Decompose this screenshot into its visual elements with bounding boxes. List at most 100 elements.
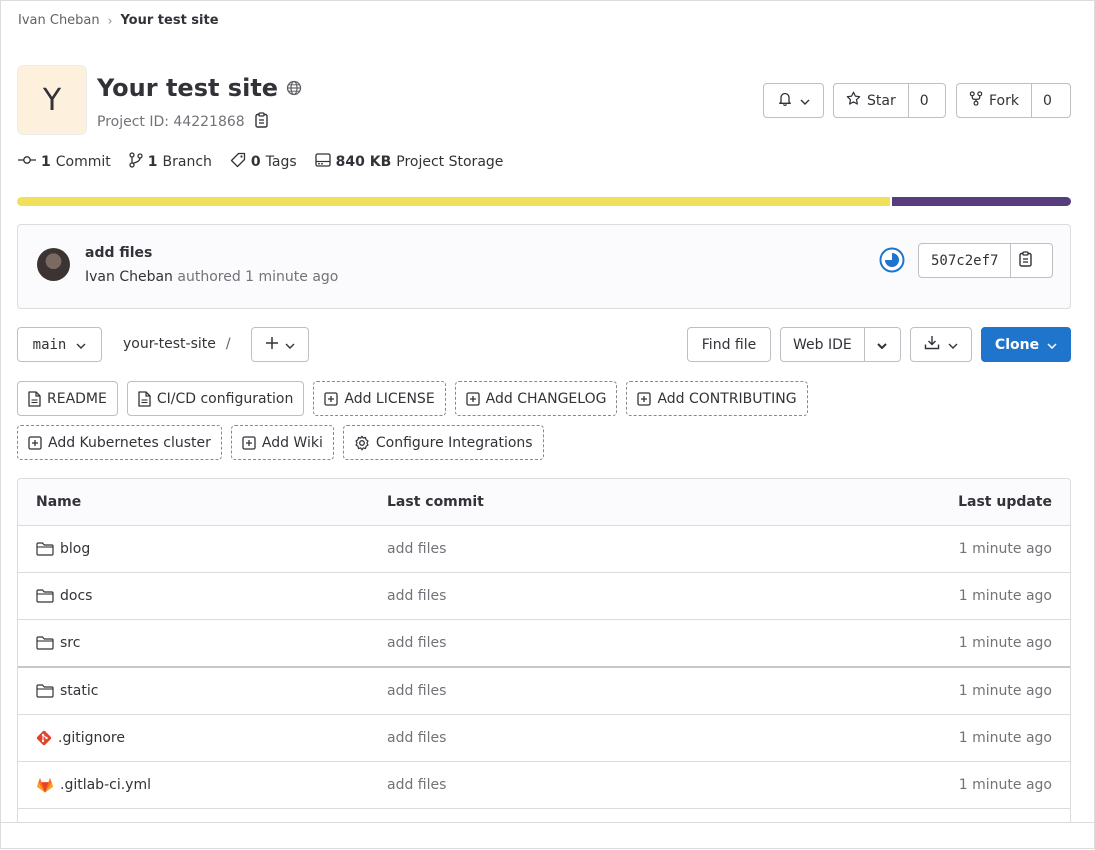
quick-action-add-contributing[interactable]: Add CONTRIBUTING (626, 381, 808, 416)
table-row[interactable]: .gitlab-ci.yml add files 1 minute ago (18, 762, 1070, 809)
branches-stat[interactable]: 1 Branch (129, 152, 212, 172)
file-last-commit[interactable]: add files (368, 777, 810, 793)
tags-stat[interactable]: 0 Tags (230, 152, 297, 172)
file-last-commit[interactable]: add files (368, 541, 810, 557)
download-button[interactable] (910, 327, 972, 362)
quick-action-add-license[interactable]: Add LICENSE (313, 381, 446, 416)
file-last-update: 1 minute ago (958, 588, 1052, 604)
copy-sha-button[interactable] (1011, 244, 1041, 277)
plus-square-icon (242, 435, 256, 450)
fork-label: Fork (989, 92, 1019, 109)
breadcrumb-current[interactable]: Your test site (120, 13, 218, 28)
storage-label: Project Storage (396, 154, 504, 170)
commit-time: 1 minute ago (245, 269, 339, 285)
star-button-group: Star 0 (833, 83, 946, 118)
file-last-commit[interactable]: add files (368, 635, 810, 651)
commits-label: Commit (55, 154, 111, 170)
star-button[interactable]: Star (834, 84, 908, 117)
fork-count[interactable]: 0 (1030, 84, 1063, 117)
project-id: Project ID: 44221868 (97, 114, 245, 130)
copy-icon[interactable] (254, 112, 269, 132)
branch-selector[interactable]: main (17, 327, 102, 362)
quick-action-readme[interactable]: README (17, 381, 118, 416)
web-ide-button[interactable]: Web IDE (781, 328, 865, 361)
quick-action-add-kubernetes-cluster[interactable]: Add Kubernetes cluster (17, 425, 222, 460)
table-row[interactable]: static add files 1 minute ago (18, 668, 1070, 715)
find-file-button[interactable]: Find file (687, 327, 771, 362)
last-commit-panel: add files Ivan Cheban authored 1 minute … (17, 224, 1071, 309)
table-row[interactable]: blog add files 1 minute ago (18, 526, 1070, 573)
folder-icon (36, 542, 54, 556)
clone-button[interactable]: Clone (981, 327, 1071, 362)
quick-action-label: Add Wiki (261, 434, 323, 451)
bottom-edge (0, 822, 1095, 850)
quick-action-add-changelog[interactable]: Add CHANGELOG (454, 381, 618, 416)
commit-title[interactable]: add files (85, 245, 152, 261)
notification-button[interactable] (763, 83, 824, 118)
download-icon (924, 335, 940, 354)
star-icon (846, 91, 861, 110)
author-avatar[interactable] (37, 248, 70, 281)
storage-icon (314, 153, 331, 171)
project-stats: 1 Commit 1 Branch 0 Tags 840 KB Project … (18, 152, 503, 172)
pipeline-status-icon[interactable] (879, 247, 905, 277)
project-title-row: Your test site (97, 74, 302, 102)
file-last-update: 1 minute ago (958, 635, 1052, 651)
web-ide-group: Web IDE (780, 327, 901, 362)
quick-action-add-wiki[interactable]: Add Wiki (230, 425, 334, 460)
storage-stat[interactable]: 840 KB Project Storage (314, 152, 504, 172)
git-icon (36, 730, 52, 746)
file-name[interactable]: src (60, 635, 80, 651)
file-last-update: 1 minute ago (958, 683, 1052, 699)
table-row[interactable]: .gitignore add files 1 minute ago (18, 715, 1070, 762)
file-last-update: 1 minute ago (958, 541, 1052, 557)
commits-stat[interactable]: 1 Commit (18, 152, 111, 172)
bell-icon (778, 91, 792, 110)
file-name[interactable]: .gitlab-ci.yml (60, 777, 151, 793)
quick-action-ci-cd-configuration[interactable]: CI/CD configuration (126, 381, 305, 416)
storage-size: 840 KB (335, 154, 392, 170)
breadcrumb-owner[interactable]: Ivan Cheban (18, 13, 100, 28)
chevron-down-icon (76, 337, 86, 353)
file-name[interactable]: blog (60, 541, 90, 557)
commit-sha-group: 507c2ef7 (918, 243, 1053, 278)
breadcrumb-separator: › (107, 13, 113, 28)
file-name-cell: src (18, 635, 368, 651)
project-avatar[interactable]: Y (17, 65, 87, 135)
clone-label: Clone (994, 336, 1040, 353)
file-name[interactable]: static (60, 683, 98, 699)
language-segment (17, 197, 891, 206)
file-last-commit[interactable]: add files (368, 730, 810, 746)
plus-square-icon (637, 391, 652, 406)
add-to-tree-button[interactable] (251, 327, 309, 362)
file-name-cell: docs (18, 588, 368, 604)
fork-button-group: Fork 0 (956, 83, 1071, 118)
file-last-commit[interactable]: add files (368, 588, 810, 604)
commit-meta: Ivan Cheban authored 1 minute ago (85, 269, 338, 285)
plus-square-icon (324, 391, 339, 406)
table-row[interactable]: docs add files 1 minute ago (18, 573, 1070, 620)
document-icon (138, 390, 151, 407)
path-root[interactable]: your-test-site (123, 336, 216, 352)
table-row[interactable]: src add files 1 minute ago (18, 620, 1070, 668)
project-title: Your test site (97, 74, 279, 102)
folder-icon (36, 684, 54, 698)
project-id-row: Project ID: 44221868 (97, 112, 269, 132)
commit-sha[interactable]: 507c2ef7 (919, 244, 1012, 277)
star-count[interactable]: 0 (907, 84, 940, 117)
folder-icon (36, 636, 54, 650)
file-last-commit[interactable]: add files (368, 683, 810, 699)
document-icon (28, 390, 41, 407)
language-segment (892, 197, 1071, 206)
quick-action-configure-integrations[interactable]: Configure Integrations (342, 425, 544, 460)
file-name[interactable]: docs (60, 588, 92, 604)
file-name[interactable]: .gitignore (58, 730, 125, 746)
commit-author[interactable]: Ivan Cheban (85, 269, 173, 285)
web-ide-dropdown[interactable] (865, 328, 900, 361)
plus-square-icon (28, 435, 42, 450)
fork-button[interactable]: Fork (957, 84, 1031, 117)
file-name-cell: blog (18, 541, 368, 557)
plus-square-icon (466, 391, 480, 406)
folder-icon (36, 589, 54, 603)
tags-count: 0 (250, 154, 261, 170)
